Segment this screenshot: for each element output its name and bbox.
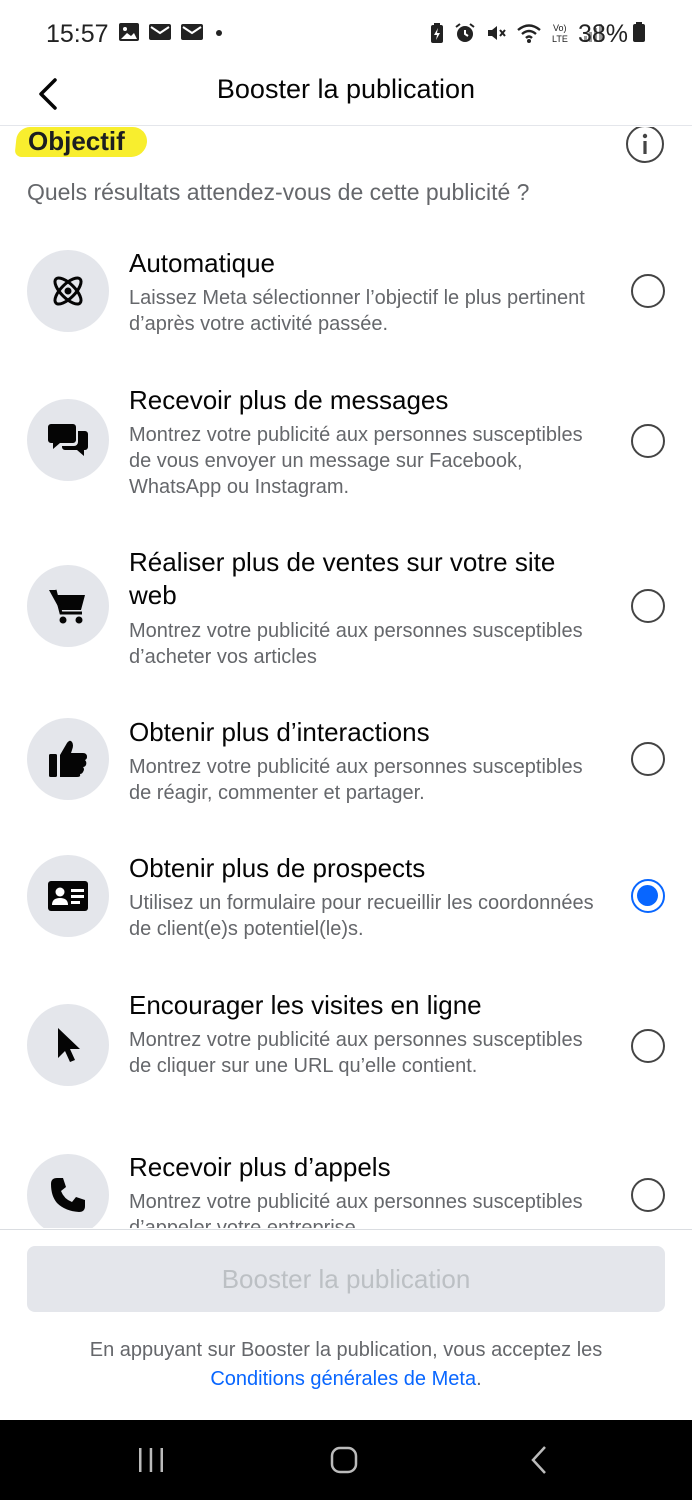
mute-icon: [485, 22, 507, 49]
status-bar: 15:57 Vo) LTE 38%: [0, 0, 692, 66]
dot-icon: [212, 22, 226, 47]
app-header: Booster la publication: [0, 66, 692, 126]
cursor-icon: [58, 1028, 80, 1062]
terms-prefix: En appuyant sur Booster la publication, …: [89, 1339, 603, 1361]
option-icon-circle: [27, 565, 109, 647]
terms-text: En appuyant sur Booster la publication, …: [0, 1336, 692, 1394]
objective-option-calls[interactable]: Recevoir plus d’appels Montrez votre pub…: [0, 1151, 692, 1228]
option-icon-circle: [27, 250, 109, 332]
option-radio[interactable]: [631, 589, 665, 623]
option-title: Encourager les visites en ligne: [129, 990, 482, 1020]
footer: Booster la publication En appuyant sur B…: [0, 1229, 692, 1420]
option-title: Recevoir plus de messages: [129, 385, 449, 415]
mail-icon: [148, 22, 172, 47]
alarm-icon: [454, 22, 476, 49]
objective-option-sales[interactable]: Réaliser plus de ventes sur votre site w…: [0, 546, 692, 676]
option-title: Réaliser plus de ventes sur votre site w…: [129, 547, 556, 610]
info-icon: [642, 133, 648, 154]
home-icon: [330, 1446, 358, 1474]
option-radio[interactable]: [631, 742, 665, 776]
svg-text:Vo): Vo): [553, 23, 567, 33]
option-description: Montrez votre publicité aux personnes su…: [129, 620, 583, 668]
section-title-wrap: Objectif: [14, 127, 149, 157]
option-title: Recevoir plus d’appels: [129, 1152, 391, 1182]
recent-apps-icon: [139, 1448, 163, 1472]
objective-option-leads[interactable]: Obtenir plus de prospects Utilisez un fo…: [0, 852, 692, 962]
option-icon-circle: [27, 1004, 109, 1086]
option-description: Laissez Meta sélectionner l’objectif le …: [129, 287, 585, 335]
boost-post-button[interactable]: Booster la publication: [27, 1246, 665, 1312]
option-icon-circle: [27, 855, 109, 937]
option-radio-selected[interactable]: [631, 879, 665, 913]
phone-icon: [51, 1178, 85, 1212]
atom-icon: [53, 276, 83, 306]
status-time: 15:57: [46, 20, 109, 48]
battery-saver-icon: [429, 22, 445, 49]
mail-icon: [180, 22, 204, 47]
system-back-button[interactable]: [514, 1440, 564, 1480]
contact-card-icon: [48, 881, 88, 911]
svg-text:LTE: LTE: [552, 34, 568, 44]
objective-option-engagement[interactable]: Obtenir plus d’interactions Montrez votr…: [0, 716, 692, 826]
thumbs-up-icon: [49, 740, 87, 777]
page-title: Booster la publication: [216, 74, 476, 104]
status-left-icons: [118, 22, 226, 47]
recent-apps-button[interactable]: [126, 1440, 176, 1480]
objective-list-container[interactable]: Objectif Quels résultats attendez-vous d…: [0, 127, 692, 1228]
terms-link[interactable]: Conditions générales de Meta: [210, 1368, 476, 1390]
objective-option-messages[interactable]: Recevoir plus de messages Montrez votre …: [0, 384, 692, 514]
option-icon-circle: [27, 718, 109, 800]
wifi-icon: [516, 22, 542, 49]
option-title: Obtenir plus de prospects: [129, 853, 426, 883]
battery-icon: [632, 21, 646, 48]
chat-bubbles-icon: [48, 424, 88, 456]
info-button[interactable]: [626, 127, 664, 163]
section-title: Objectif: [28, 127, 125, 156]
objective-option-automatic[interactable]: Automatique Laissez Meta sélectionner l’…: [0, 247, 692, 357]
option-radio[interactable]: [631, 1178, 665, 1212]
option-title: Obtenir plus d’interactions: [129, 717, 430, 747]
option-description: Montrez votre publicité aux personnes su…: [129, 1029, 583, 1077]
volte-icon: Vo) LTE: [551, 22, 573, 49]
objective-option-traffic[interactable]: Encourager les visites en ligne Montrez …: [0, 989, 692, 1119]
option-radio[interactable]: [631, 274, 665, 308]
system-nav-bar: [0, 1420, 692, 1500]
option-title: Automatique: [129, 248, 275, 278]
option-radio[interactable]: [631, 1029, 665, 1063]
battery-indicator: 38%: [578, 20, 646, 49]
gallery-icon: [118, 22, 140, 47]
option-description: Montrez votre publicité aux personnes su…: [129, 756, 583, 804]
option-description: Montrez votre publicité aux personnes su…: [129, 1191, 583, 1228]
terms-period: .: [476, 1368, 482, 1390]
option-description: Utilisez un formulaire pour recueillir l…: [129, 892, 594, 940]
option-radio[interactable]: [631, 424, 665, 458]
option-description: Montrez votre publicité aux personnes su…: [129, 424, 583, 498]
section-subtitle: Quels résultats attendez-vous de cette p…: [27, 179, 530, 205]
battery-percent: 38%: [577, 20, 628, 48]
shopping-cart-icon: [49, 589, 85, 624]
option-icon-circle: [27, 399, 109, 481]
option-icon-circle: [27, 1154, 109, 1228]
back-arrow-icon: [531, 1446, 546, 1474]
home-button[interactable]: [319, 1440, 369, 1480]
